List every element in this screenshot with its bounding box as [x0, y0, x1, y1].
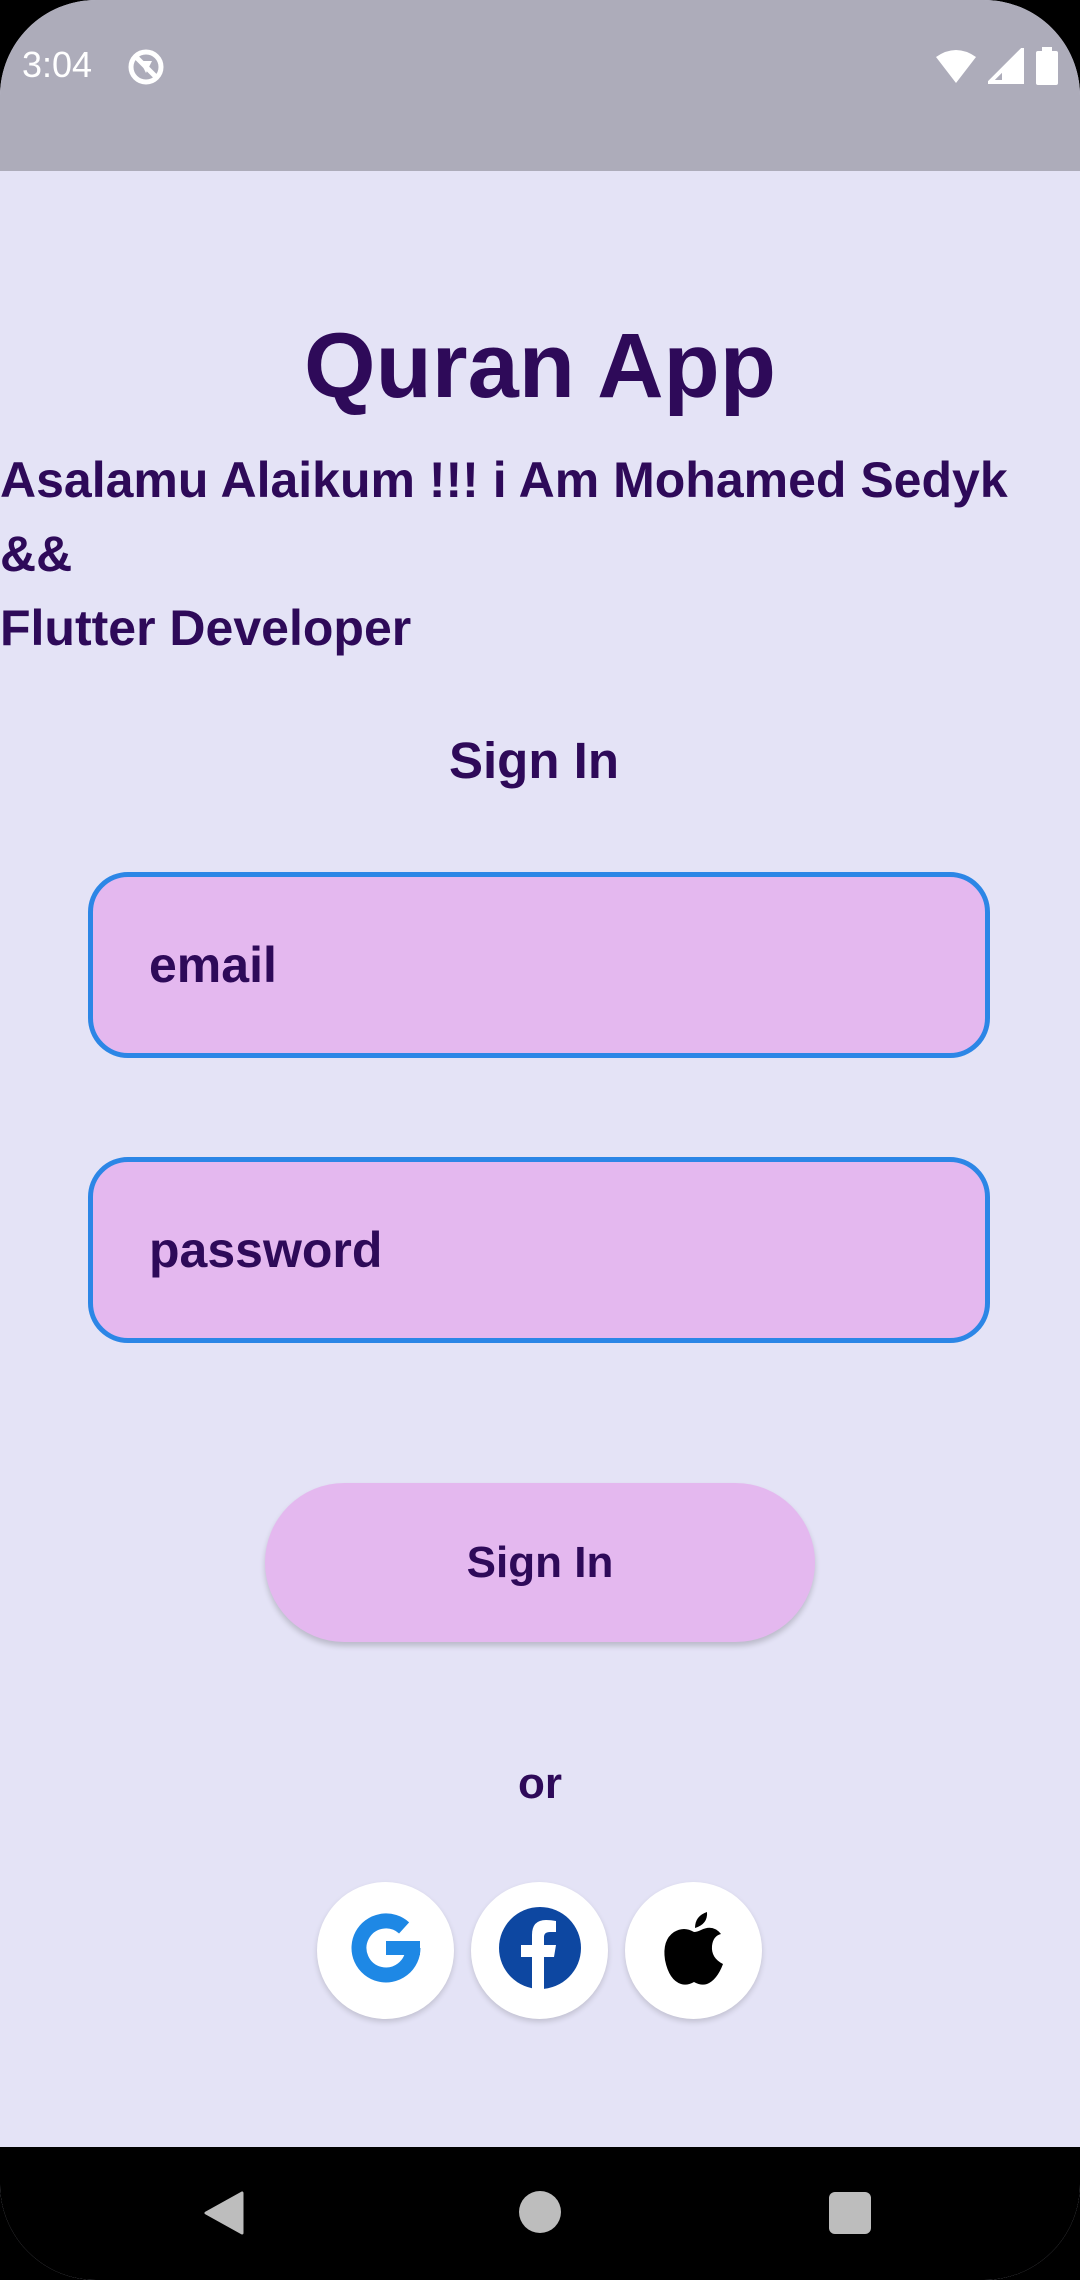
no-location-icon [126, 47, 166, 87]
sign-in-heading: Sign In [449, 732, 619, 789]
facebook-login-button[interactable] [471, 1882, 608, 2019]
status-time: 3:04 [22, 44, 93, 85]
battery-icon [1036, 46, 1058, 90]
recents-icon[interactable] [829, 2192, 871, 2234]
sign-in-button[interactable]: Sign In [265, 1483, 815, 1642]
status-bar: 3:04 [0, 0, 1080, 171]
login-page: Quran App Asalamu Alaikum !!! i Am Moham… [0, 171, 1080, 2147]
google-login-button[interactable] [317, 1882, 454, 2019]
wifi-icon [936, 49, 976, 88]
status-icons [936, 44, 1058, 90]
cellular-signal-icon [985, 44, 1024, 89]
page-title: Quran App [304, 315, 776, 417]
password-input[interactable] [93, 1161, 985, 1339]
google-icon [343, 1905, 429, 1996]
or-divider: or [518, 1759, 562, 1808]
apple-icon [659, 1908, 729, 1993]
facebook-icon [497, 1905, 583, 1996]
apple-login-button[interactable] [625, 1882, 762, 2019]
email-input[interactable] [93, 876, 985, 1054]
phone-screen: 3:04 Quran App Asalamu Alaikum !!! i Am … [0, 0, 1080, 2280]
navigation-bar [0, 2147, 1080, 2280]
greeting-text: Asalamu Alaikum !!! i Am Mohamed Sedyk &… [0, 452, 1008, 656]
back-icon[interactable] [204, 2191, 244, 2240]
social-login-row [0, 1882, 1080, 2022]
email-field[interactable] [88, 872, 990, 1058]
home-icon[interactable] [519, 2191, 561, 2233]
password-field[interactable] [88, 1157, 990, 1343]
